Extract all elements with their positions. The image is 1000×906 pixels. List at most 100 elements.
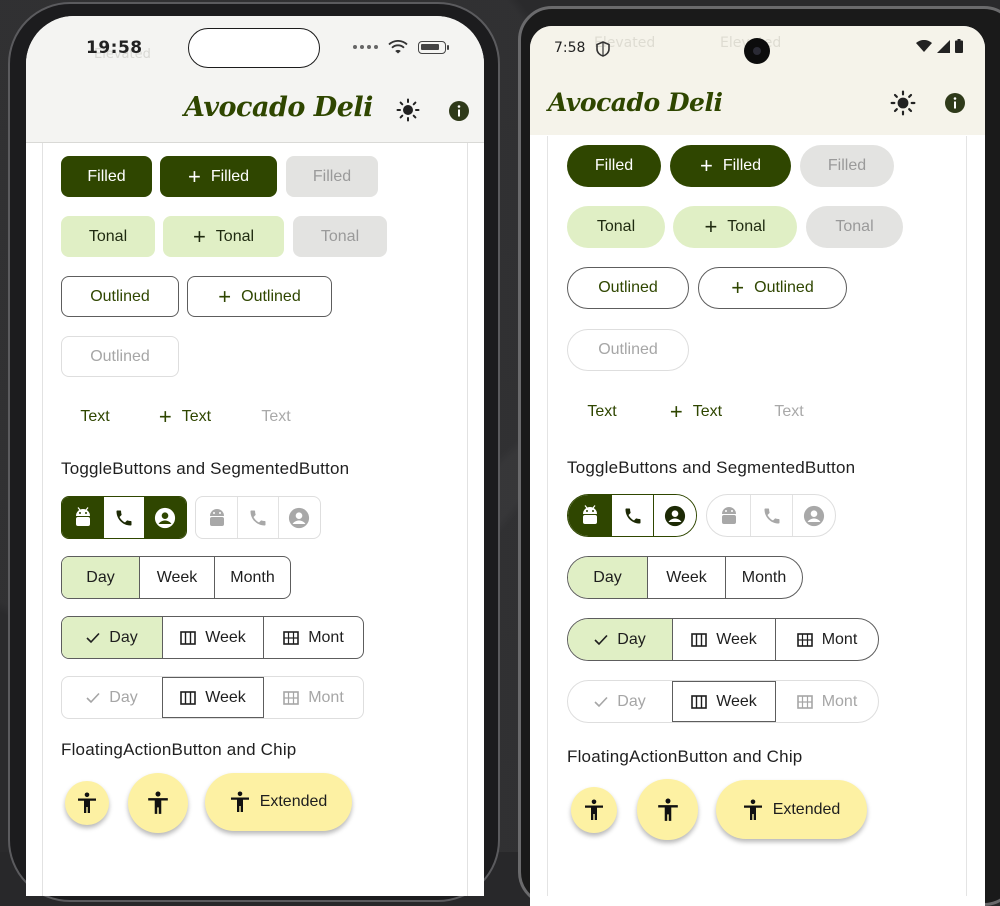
segment-day[interactable]: Day [568, 557, 647, 598]
toggle-phone-disabled [237, 497, 279, 538]
outlined-icon-button[interactable]: + Outlined [698, 267, 847, 309]
text-button[interactable]: Text [61, 396, 129, 437]
accessibility-icon [78, 792, 96, 813]
filled-icon-button[interactable]: + Filled [160, 156, 277, 197]
plus-icon: + [187, 163, 201, 189]
tonal-disabled-label: Tonal [835, 218, 874, 235]
filled-button[interactable]: Filled [567, 145, 661, 187]
outlined-button[interactable]: Outlined [61, 276, 179, 317]
segment-day-disabled: Day [568, 681, 672, 722]
text-disabled-button: Text [754, 391, 824, 433]
segment-day-label: Day [109, 628, 138, 646]
segment-week[interactable]: Week [672, 619, 776, 660]
toggle-phone-disabled [750, 495, 793, 536]
info-icon[interactable] [448, 100, 470, 122]
account-icon [289, 507, 310, 528]
segment-day-disabled: Day [62, 677, 162, 718]
outlined-icon-button[interactable]: + Outlined [187, 276, 332, 317]
section-title-fab: FloatingActionButton and Chip [61, 740, 297, 759]
segment-day-label: Day [617, 630, 646, 648]
section-title-toggle: ToggleButtons and SegmentedButton [567, 458, 856, 477]
info-icon[interactable] [944, 92, 966, 114]
segment-month[interactable]: Mont [264, 617, 363, 658]
tonal-icon-button[interactable]: + Tonal [163, 216, 284, 257]
segment-month[interactable]: Month [215, 557, 290, 598]
toggle-android[interactable] [568, 495, 611, 536]
plus-icon: + [699, 153, 713, 178]
phone-icon [116, 510, 132, 525]
segmented-button-icons: Day Week Mont [61, 616, 364, 659]
accessibility-icon [585, 799, 603, 820]
filled-button[interactable]: Filled [61, 156, 152, 197]
check-icon [86, 692, 100, 703]
segmented-button-disabled: Day Week Mont [567, 680, 879, 723]
fab[interactable] [637, 779, 698, 840]
text-button-label: Text [587, 403, 617, 420]
section-title-toggle: ToggleButtons and SegmentedButton [61, 459, 350, 478]
segment-day[interactable]: Day [62, 617, 162, 658]
segment-week-selected: Week [162, 677, 264, 718]
filled-disabled-button: Filled [800, 145, 894, 187]
outlined-button[interactable]: Outlined [567, 267, 689, 309]
cellular-icon [353, 45, 378, 49]
calendar-week-icon [691, 632, 707, 647]
dynamic-island [188, 28, 320, 68]
plus-icon: + [704, 214, 718, 239]
filled-icon-button[interactable]: + Filled [670, 145, 791, 187]
text-disabled-label: Text [261, 407, 291, 425]
toggle-android-disabled [707, 495, 750, 536]
outlined-button-label: Outlined [90, 287, 150, 305]
tonal-disabled-button: Tonal [806, 206, 903, 248]
toggle-phone[interactable] [611, 495, 654, 536]
app-title: Avocado Deli [184, 92, 373, 123]
segment-week-label: Week [666, 568, 707, 586]
status-icons [353, 40, 449, 54]
filled-disabled-button: Filled [286, 156, 378, 197]
segmented-button-icons: Day Week Mont [567, 618, 879, 661]
android-content-card: Filled + Filled Filled Tonal + Tonal Tonal… [547, 136, 967, 896]
tonal-icon-button-label: Tonal [215, 227, 255, 245]
toggle-buttons [567, 494, 697, 537]
calendar-month-icon [796, 632, 813, 647]
small-fab[interactable] [65, 781, 109, 825]
extended-fab-label: Extended [259, 793, 328, 810]
segment-week[interactable]: Week [139, 557, 215, 598]
tonal-button[interactable]: Tonal [567, 206, 665, 248]
sun-icon[interactable] [396, 98, 420, 122]
extended-fab[interactable]: Extended [716, 780, 867, 839]
segment-week[interactable]: Week [647, 557, 726, 598]
text-icon-button-label: Text [692, 403, 723, 420]
wifi-icon [388, 40, 408, 54]
text-button[interactable]: Text [567, 391, 637, 433]
filled-disabled-label: Filled [827, 157, 867, 174]
account-icon [664, 505, 686, 526]
segment-week[interactable]: Week [162, 617, 264, 658]
segment-day[interactable]: Day [62, 557, 139, 598]
toggle-account[interactable] [144, 497, 186, 538]
fab[interactable] [128, 773, 188, 833]
text-icon-button[interactable]: + Text [654, 391, 738, 433]
tonal-button[interactable]: Tonal [61, 216, 155, 257]
toggle-phone[interactable] [103, 497, 145, 538]
text-icon-button-label: Text [181, 407, 212, 425]
text-icon-button[interactable]: + Text [143, 396, 227, 437]
segment-week-label: Week [156, 568, 198, 586]
toggle-android[interactable] [62, 497, 104, 538]
segment-week-label: Week [716, 692, 757, 710]
toggle-account[interactable] [654, 495, 696, 536]
phone-icon [250, 510, 266, 525]
tonal-icon-button[interactable]: + Tonal [673, 206, 797, 248]
extended-fab[interactable]: Extended [205, 773, 352, 831]
segment-month[interactable]: Month [726, 557, 802, 598]
phone-icon [764, 508, 779, 523]
plus-icon: + [731, 275, 745, 300]
segment-day[interactable]: Day [568, 619, 672, 660]
sun-icon[interactable] [890, 90, 916, 116]
outlined-disabled-button: Outlined [567, 329, 689, 371]
segment-month[interactable]: Mont [776, 619, 878, 660]
small-fab[interactable] [571, 787, 617, 833]
outlined-disabled-label: Outlined [90, 347, 150, 365]
toggle-buttons-disabled [706, 494, 836, 537]
check-icon [86, 632, 100, 643]
segment-week-label: Week [716, 630, 757, 648]
